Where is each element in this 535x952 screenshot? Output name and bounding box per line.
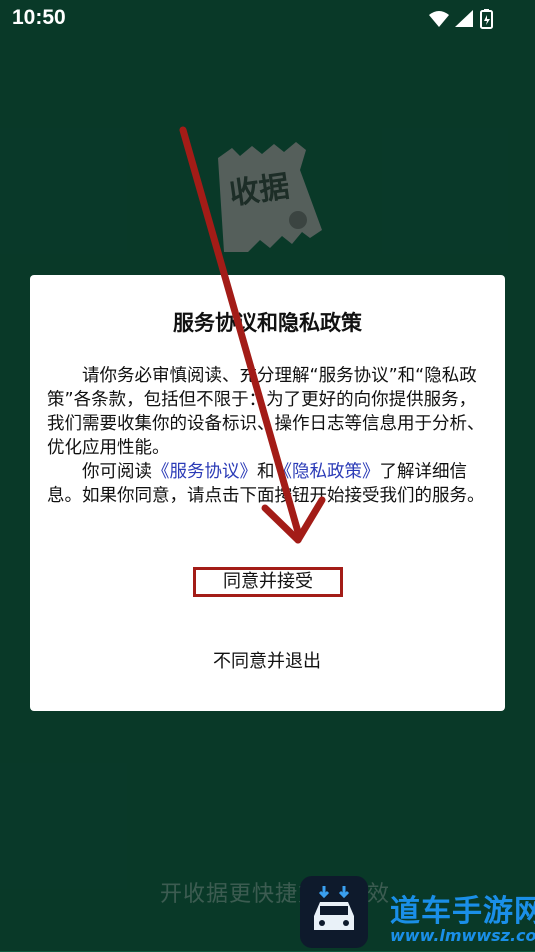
service-agreement-link[interactable]: 《服务协议》 xyxy=(152,462,257,482)
status-time: 10:50 xyxy=(12,6,66,29)
site-watermark: 道车手游网 www.lmwwsz.com xyxy=(300,876,535,951)
paragraph-2-and: 和 xyxy=(257,462,275,482)
wifi-icon xyxy=(429,11,449,27)
paragraph-2-prefix: 你可阅读 xyxy=(82,462,152,482)
agree-and-accept-button[interactable]: 同意并接受 xyxy=(193,567,343,597)
dialog-body: 请你务必审慎阅读、充分理解“服务协议”和“隐私政策”各条款，包括但不限于：为了更… xyxy=(47,364,489,508)
watermark-text: 道车手游网 xyxy=(390,894,535,929)
disagree-and-exit-button[interactable]: 不同意并退出 xyxy=(167,647,367,677)
cellular-signal-icon xyxy=(455,10,473,27)
watermark-url: www.lmwwsz.com xyxy=(390,926,535,945)
battery-charging-icon xyxy=(480,9,493,29)
dialog-title: 服务协议和隐私政策 xyxy=(173,311,362,335)
privacy-agreement-dialog: 服务协议和隐私政策 请你务必审慎阅读、充分理解“服务协议”和“隐私政策”各条款，… xyxy=(30,275,505,711)
privacy-policy-link[interactable]: 《隐私政策》 xyxy=(275,462,380,482)
dialog-paragraph-2: 你可阅读《服务协议》和《隐私政策》了解详细信息。如果你同意，请点击下面按钮开始接… xyxy=(47,460,489,508)
dialog-paragraph-1: 请你务必审慎阅读、充分理解“服务协议”和“隐私政策”各条款，包括但不限于：为了更… xyxy=(47,366,485,458)
watermark-car-logo-icon xyxy=(300,876,368,948)
status-bar: 10:50 xyxy=(0,0,535,38)
